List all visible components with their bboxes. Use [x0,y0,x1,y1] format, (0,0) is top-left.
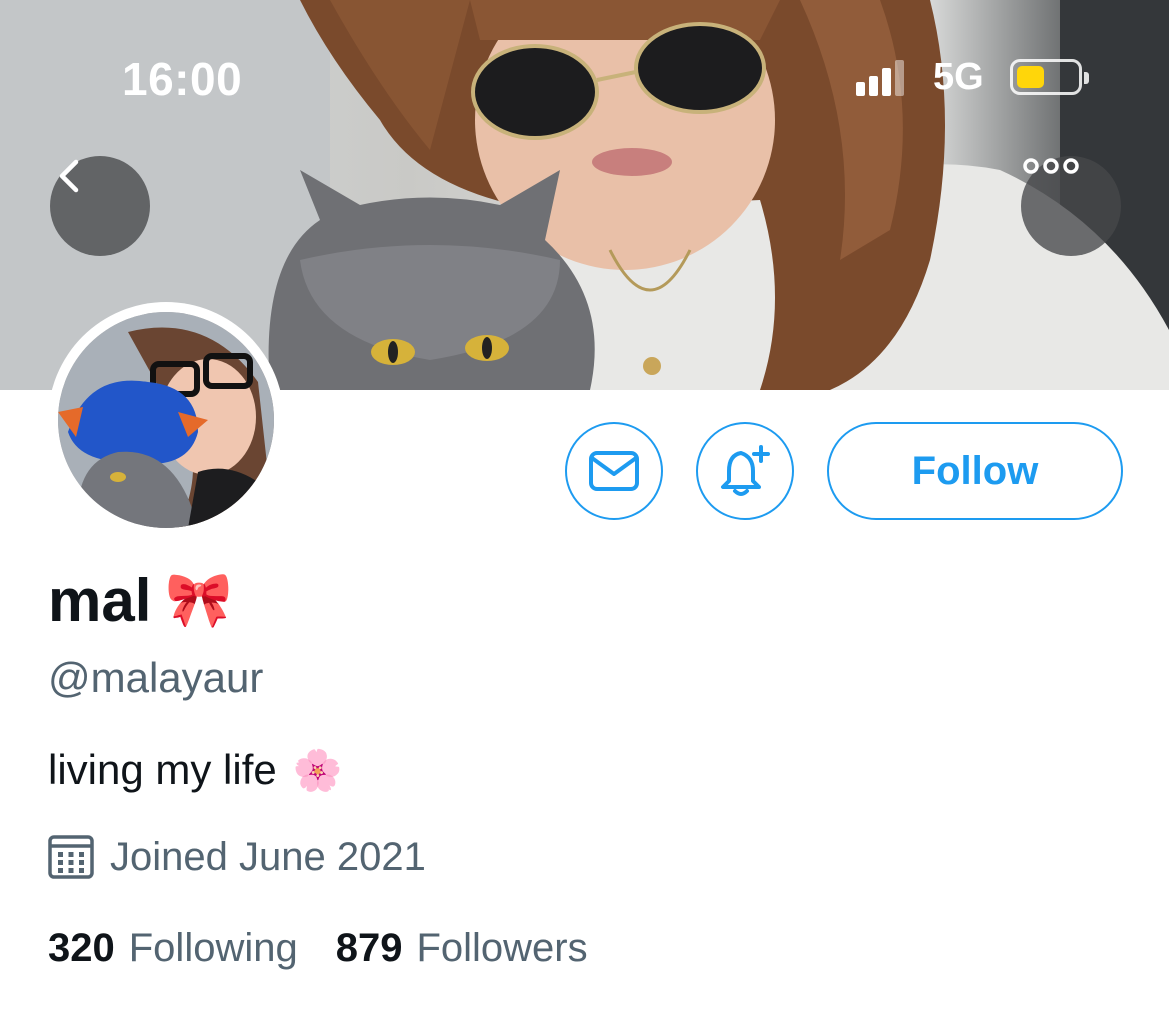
follow-stats: 320 Following 879 Followers [48,926,588,971]
status-time: 16:00 [122,53,243,105]
battery-icon [1010,59,1089,95]
followers-count: 879 [335,926,403,970]
status-bar: 16:00 5G [0,0,1169,160]
message-button[interactable] [565,422,663,520]
profile-avatar[interactable] [48,302,284,538]
network-type: 5G [933,56,984,98]
cherry-blossom-emoji: 🌸 [292,748,343,793]
bio-text: living my life [48,746,277,793]
more-options-button[interactable] [1021,156,1121,256]
bell-plus-icon [721,445,770,496]
display-name-text: mal [48,567,152,634]
envelope-icon [589,451,639,491]
back-button[interactable] [50,156,150,256]
bow-emoji: 🎀 [165,570,233,630]
following-link[interactable]: 320 Following [48,926,298,971]
following-count: 320 [48,926,115,970]
display-name: mal 🎀 [48,566,233,635]
followers-label: Followers [416,926,588,970]
following-label: Following [128,926,298,970]
followers-link[interactable]: 879 Followers [336,926,588,971]
profile-bio: living my life 🌸 [48,746,343,794]
follow-button[interactable]: Follow [827,422,1123,520]
notifications-button[interactable] [696,422,794,520]
signal-strength-icon [856,60,904,96]
calendar-icon [48,835,94,879]
join-date-text: Joined June 2021 [110,834,426,879]
more-horizontal-icon [1023,158,1079,174]
avatar-photo [58,312,274,528]
chevron-left-icon [59,159,79,193]
username-handle: @malayaur [48,654,264,701]
join-date: Joined June 2021 [48,832,426,882]
